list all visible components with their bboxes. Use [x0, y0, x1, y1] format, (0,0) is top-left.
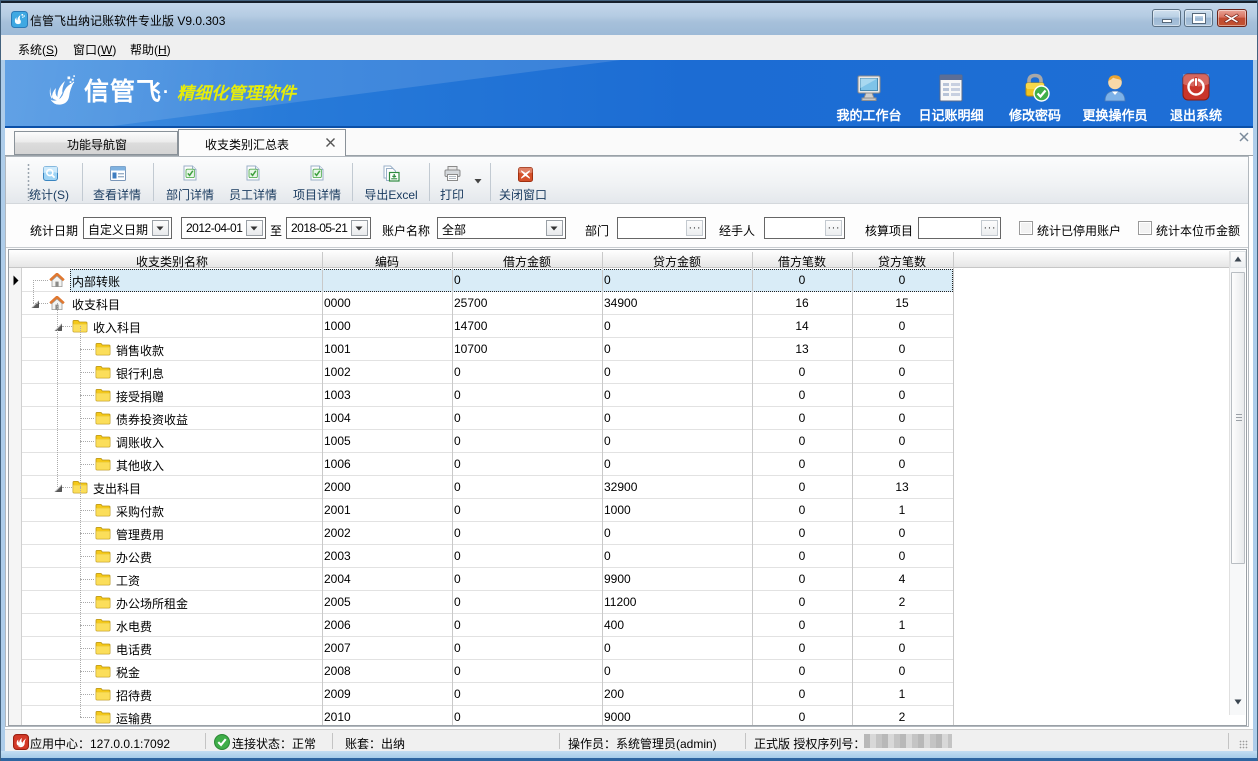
- svg-text:修改密码: 修改密码: [1008, 108, 1061, 123]
- svg-text:日记账明细: 日记账明细: [918, 108, 983, 123]
- svg-text:·: ·: [163, 82, 169, 102]
- svg-text:精细化管理软件: 精细化管理软件: [177, 84, 298, 103]
- svg-text:退出系统: 退出系统: [1170, 108, 1222, 123]
- svg-text:信管飞: 信管飞: [84, 77, 162, 106]
